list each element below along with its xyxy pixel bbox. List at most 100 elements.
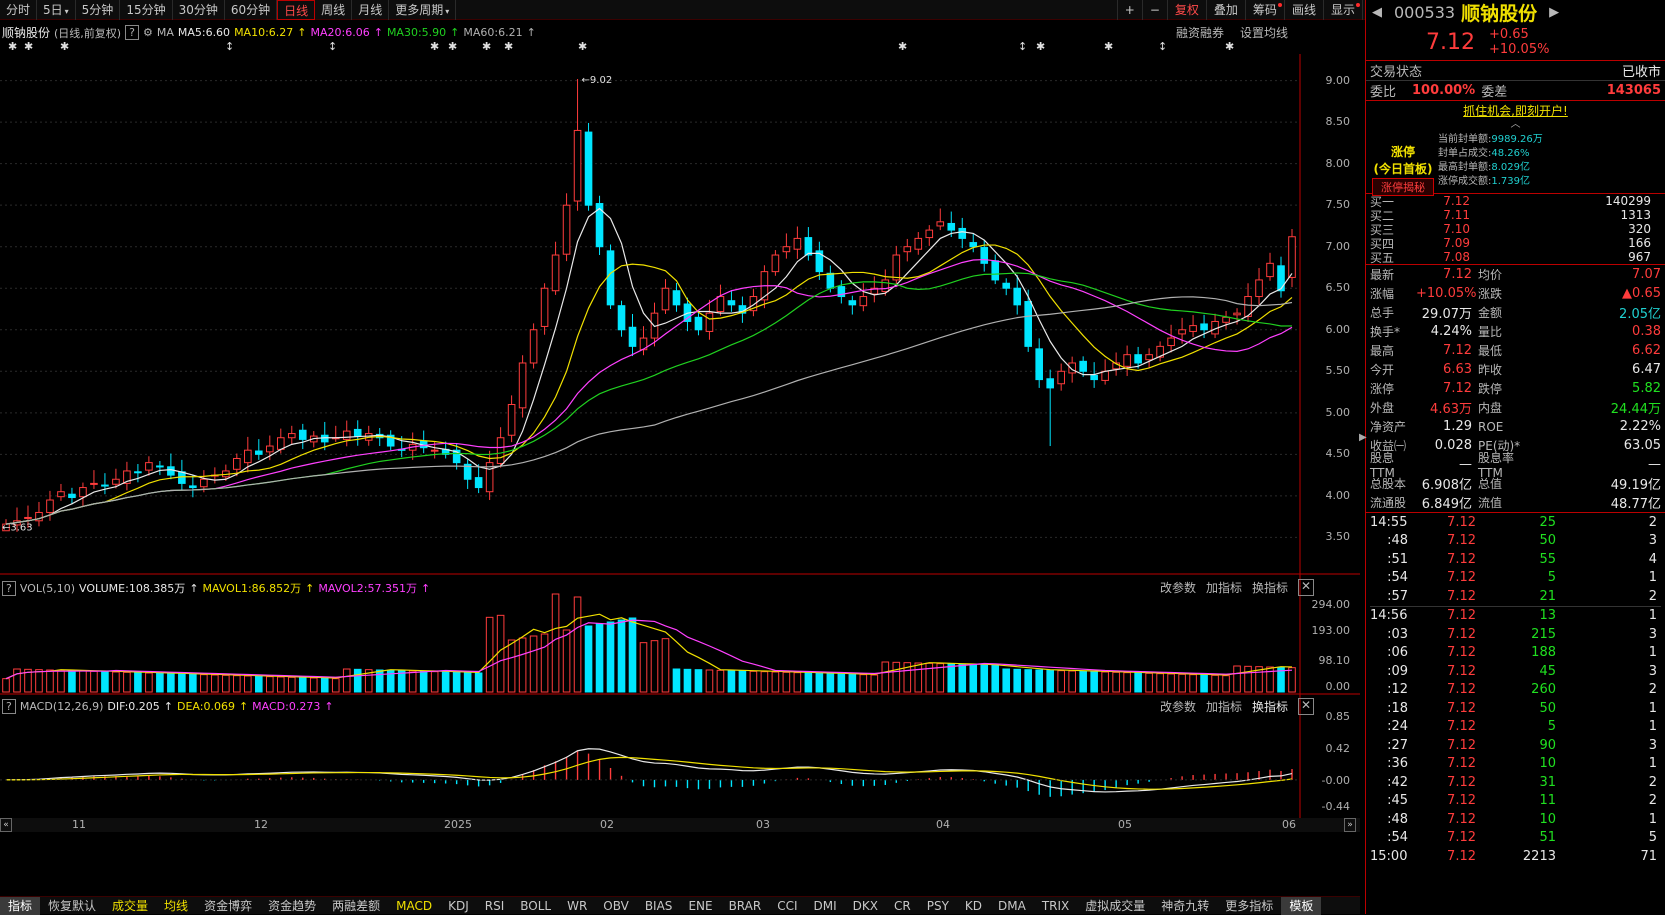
candle-body: [980, 247, 989, 264]
time-tick-label: 12: [254, 818, 268, 831]
macd-value: MACD:0.273: [252, 700, 321, 713]
indicator-tab-10[interactable]: BOLL: [512, 897, 559, 915]
margin-trading-button[interactable]: 融资融券: [1176, 24, 1224, 41]
indicator-tab-22[interactable]: DMA: [990, 897, 1034, 915]
period-tab-7[interactable]: 周线: [315, 0, 353, 20]
panel-toggle-icon[interactable]: ▶: [1359, 432, 1367, 443]
time-axis[interactable]: « 11 12 2025 02 03 04 05 06 »: [0, 818, 1360, 832]
tool-3[interactable]: 叠加: [1205, 0, 1245, 20]
tool-1[interactable]: −: [1141, 0, 1167, 20]
indicator-tab-15[interactable]: BRAR: [721, 897, 770, 915]
event-markers[interactable]: ✱ ✱ ✱ ↕ ↕ ✱ ✱ ✱ ✱ ✱ ✱ ↕ ✱ ✱ ↕ ✱: [0, 40, 1300, 54]
period-tab-6[interactable]: 日线: [277, 0, 316, 20]
period-toolbar: 分时 5日 ▾ 5分钟 15分钟 30分钟 60分钟 日线 周线 月线 更多周期 ▾ + − 复权 叠加 筹码…: [0, 0, 1440, 20]
indicator-tab-25[interactable]: 神奇九转: [1153, 897, 1217, 915]
indicator-tab-24[interactable]: 虚拟成交量: [1077, 897, 1153, 915]
indicator-tab-21[interactable]: KD: [957, 897, 990, 915]
set-ma-button[interactable]: 设置均线: [1240, 24, 1288, 41]
scroll-right-icon[interactable]: »: [1344, 818, 1356, 832]
indicator-tab-14[interactable]: ENE: [680, 897, 720, 915]
indicator-tab-8[interactable]: KDJ: [440, 897, 477, 915]
volume-bar: [672, 668, 681, 693]
settings-gear-icon[interactable]: ⚙: [143, 26, 153, 39]
period-tab-5[interactable]: 60分钟: [225, 0, 278, 20]
order-book: 买一 7.12 140299 买二 7.11 1313 买三 7.10 320 买四 7.09 166…: [1366, 194, 1665, 265]
indicator-tab-5[interactable]: 资金趋势: [260, 897, 324, 915]
bid-row[interactable]: 买五 7.08 967: [1370, 250, 1661, 265]
tick-count: 1: [1648, 608, 1657, 624]
volume-bar: [771, 671, 780, 693]
indicator-tab-27[interactable]: 模板: [1281, 896, 1322, 915]
scroll-left-icon[interactable]: «: [0, 818, 12, 832]
indicator-tab-9[interactable]: RSI: [477, 897, 513, 915]
tick-row: 15:00 7.12 2213 71: [1370, 847, 1661, 866]
period-tab-8[interactable]: 月线: [352, 0, 390, 20]
indicator-tab-0[interactable]: 指标: [0, 896, 41, 915]
period-tab-2[interactable]: 5分钟: [76, 0, 121, 20]
tick-row: :03 7.12 215 3: [1370, 625, 1661, 644]
indicator-tab-4[interactable]: 资金博弈: [196, 897, 260, 915]
help-icon[interactable]: ?: [125, 25, 139, 40]
volume-bar: [826, 673, 835, 693]
tool-0[interactable]: +: [1116, 0, 1142, 20]
tool-5[interactable]: 画线: [1283, 0, 1323, 20]
bid-volume: 1313: [1620, 208, 1651, 222]
vol-change-params-button[interactable]: 改参数: [1160, 579, 1196, 596]
volume-bar: [1233, 665, 1241, 693]
volume-bar: [1134, 672, 1142, 693]
indicator-tab-18[interactable]: DKX: [845, 897, 886, 915]
vol-close-icon[interactable]: ✕: [1298, 579, 1315, 596]
candle-body: [1123, 354, 1131, 367]
period-tab-0[interactable]: 分时: [0, 0, 38, 20]
help-icon[interactable]: ?: [2, 699, 16, 714]
indicator-tab-2[interactable]: 成交量: [104, 897, 156, 915]
promo-link[interactable]: 抓住机会,即刻开户!: [1366, 101, 1665, 121]
tick-time: :27: [1387, 737, 1408, 753]
indicator-tab-3[interactable]: 均线: [156, 897, 196, 915]
indicator-tab-20[interactable]: PSY: [919, 897, 957, 915]
vol-add-indicator-button[interactable]: 加指标: [1206, 579, 1242, 596]
indicator-tab-19[interactable]: CR: [886, 897, 919, 915]
vol-switch-indicator-button[interactable]: 换指标: [1252, 579, 1288, 596]
candle-body: [1266, 262, 1274, 278]
indicator-tab-1[interactable]: 恢复默认: [40, 897, 104, 915]
prev-stock-icon[interactable]: ◀: [1372, 5, 1382, 20]
indicator-tab-11[interactable]: WR: [559, 897, 595, 915]
candle-body: [518, 362, 527, 409]
macd-change-params-button[interactable]: 改参数: [1160, 698, 1196, 715]
tick-count: 71: [1640, 848, 1657, 864]
indicator-tab-7[interactable]: MACD: [388, 897, 440, 915]
volume-bar: [496, 614, 505, 693]
tool-2[interactable]: 复权: [1166, 0, 1206, 20]
macd-add-indicator-button[interactable]: 加指标: [1206, 698, 1242, 715]
dea-value: DEA:0.069: [177, 700, 235, 713]
period-tab-9[interactable]: 更多周期 ▾: [389, 0, 457, 20]
indicator-tab-13[interactable]: BIAS: [637, 897, 681, 915]
macd-switch-indicator-button[interactable]: 换指标: [1252, 698, 1288, 715]
tick-volume: 260: [1531, 682, 1556, 698]
indicator-tab-12[interactable]: OBV: [595, 897, 637, 915]
volume-bar: [474, 672, 483, 693]
indicator-tab-26[interactable]: 更多指标: [1217, 897, 1281, 915]
tool-4[interactable]: 筹码: [1244, 0, 1284, 20]
indicator-tab-16[interactable]: CCI: [769, 897, 805, 915]
volume-bar: [760, 671, 769, 693]
stat-value: —: [1648, 457, 1661, 472]
period-tab-4[interactable]: 30分钟: [173, 0, 225, 20]
tick-volume: 5: [1547, 719, 1556, 735]
period-tab-1[interactable]: 5日 ▾: [37, 0, 76, 20]
period-tab-3[interactable]: 15分钟: [120, 0, 173, 20]
help-icon[interactable]: ?: [2, 580, 16, 596]
volume-bar: [628, 617, 637, 693]
candle-body: [156, 465, 164, 468]
stat-row: 换手* 4.24% 量比 0.38: [1370, 322, 1661, 341]
collapse-icon[interactable]: ︿: [1366, 120, 1665, 131]
next-stock-icon[interactable]: ▶: [1549, 5, 1559, 20]
indicator-tab-17[interactable]: DMI: [806, 897, 845, 915]
indicator-tab-23[interactable]: TRIX: [1034, 897, 1077, 915]
candle-body: [189, 485, 197, 489]
price-tick-label: 6.00: [1325, 322, 1351, 336]
tool-6[interactable]: 显示: [1322, 0, 1362, 20]
candle-body: [705, 312, 714, 332]
indicator-tab-6[interactable]: 两融差额: [324, 897, 388, 915]
